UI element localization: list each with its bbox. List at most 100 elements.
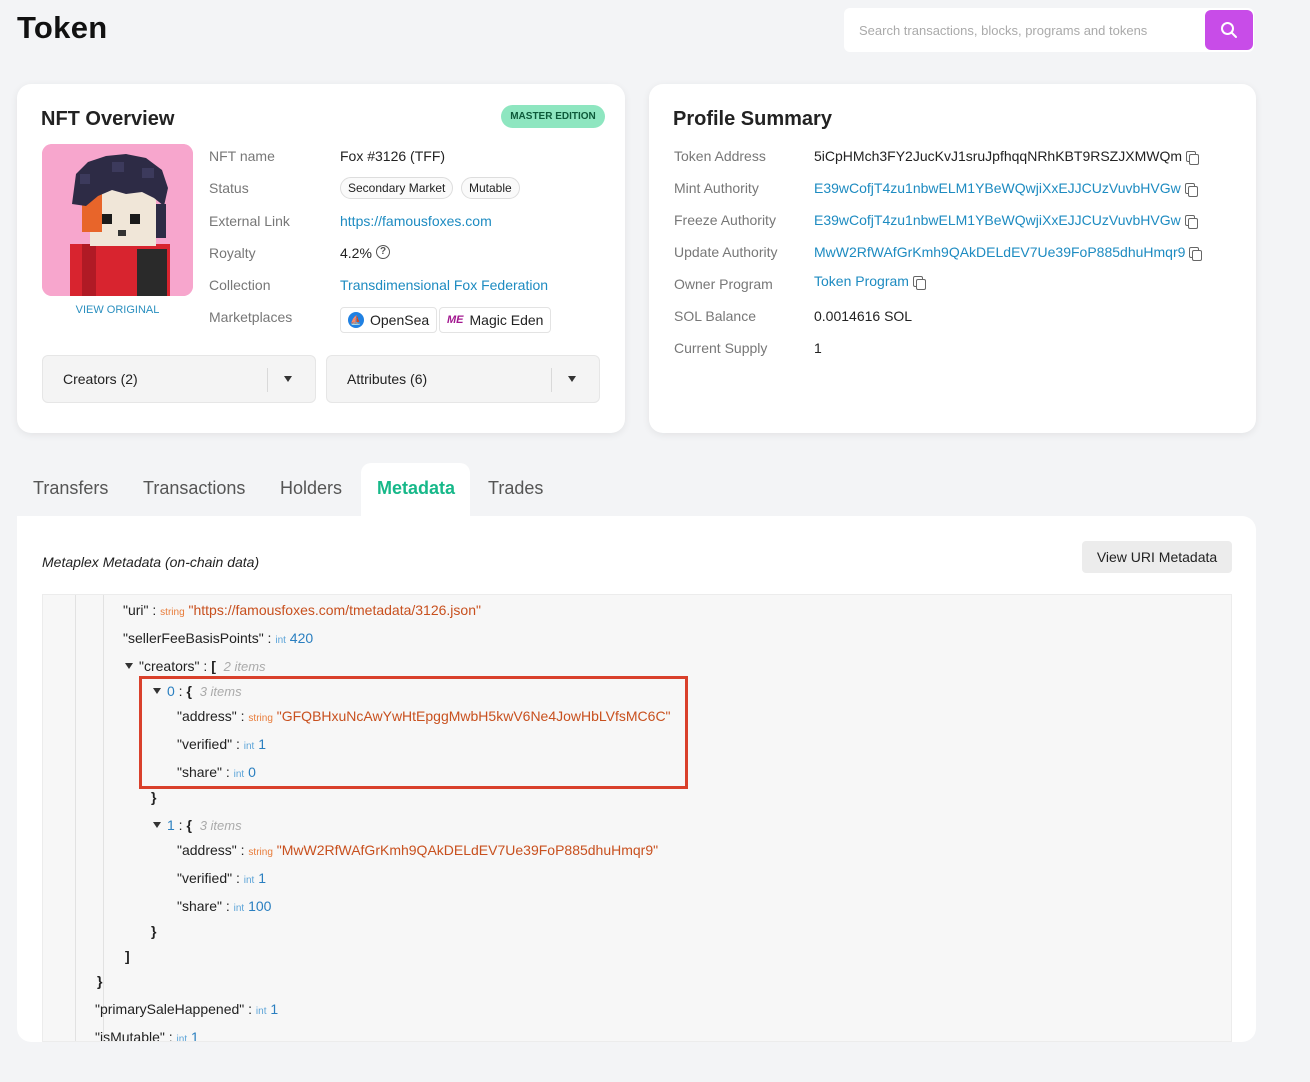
json-value: 420 <box>289 630 314 646</box>
json-type: int <box>233 903 245 914</box>
current-supply-label: Current Supply <box>674 340 768 356</box>
json-close-brace: } <box>97 973 103 989</box>
json-value: 100 <box>248 898 272 914</box>
creators-dropdown[interactable]: Creators (2) <box>42 355 316 403</box>
tab-holders[interactable]: Holders <box>280 478 342 499</box>
json-line-primary-sale: "primarySaleHappened" : int 1 <box>95 1001 279 1017</box>
json-type: string <box>248 847 273 858</box>
update-authority-row: MwW2RfWAfGrKmh9QAkDELdEV7Ue39FoP885dhuHm… <box>814 244 1203 261</box>
json-value: 1 <box>258 870 266 886</box>
chevron-down-icon <box>284 376 292 382</box>
current-supply-value: 1 <box>814 340 822 356</box>
json-line-is-mutable: "isMutable" : int 1 <box>95 1029 199 1042</box>
attributes-dropdown[interactable]: Attributes (6) <box>326 355 600 403</box>
json-line-creator-1[interactable]: 1 : { 3 items <box>153 817 242 833</box>
owner-program-row: Token Program <box>814 273 926 290</box>
collapse-triangle-icon[interactable] <box>125 663 133 669</box>
nft-overview-title: NFT Overview <box>41 108 175 130</box>
opensea-icon: ⛵ <box>348 312 364 328</box>
token-address-label: Token Address <box>674 148 766 164</box>
update-authority-value[interactable]: MwW2RfWAfGrKmh9QAkDELdEV7Ue39FoP885dhuHm… <box>814 244 1185 260</box>
collapse-triangle-icon[interactable] <box>153 822 161 828</box>
nft-image[interactable] <box>42 144 193 296</box>
external-link-label: External Link <box>209 213 290 229</box>
json-key: "address" <box>177 842 237 858</box>
json-close-brace: } <box>151 789 157 805</box>
json-index: 1 <box>167 817 175 833</box>
copy-icon[interactable] <box>912 275 926 290</box>
tab-metadata[interactable]: Metadata <box>377 478 455 499</box>
nft-name-label: NFT name <box>209 148 275 164</box>
mint-authority-row: E39wCofjT4zu1nbwELM1YBeWQwjiXxEJJCUzVuvb… <box>814 180 1198 197</box>
profile-summary-title: Profile Summary <box>673 108 832 130</box>
status-label: Status <box>209 180 249 196</box>
json-type: string <box>160 607 185 618</box>
json-line-creators[interactable]: "creators" : [ 2 items <box>125 658 266 674</box>
json-key: "creators" <box>139 658 200 674</box>
master-edition-badge: MASTER EDITION <box>501 105 605 128</box>
json-value: "MwW2RfWAfGrKmh9QAkDELdEV7Ue39FoP885dhuH… <box>276 842 659 858</box>
search-bar <box>844 8 1254 52</box>
token-address-row: 5iCpHMch3FY2JucKvJ1sruJpfhqqNRhKBT9RSZJX… <box>814 148 1199 165</box>
json-type: int <box>176 1034 188 1042</box>
creators-dropdown-label: Creators (2) <box>63 371 138 387</box>
chevron-down-icon <box>568 376 576 382</box>
json-viewer: "uri" : string "https://famousfoxes.com/… <box>42 594 1232 1042</box>
freeze-authority-row: E39wCofjT4zu1nbwELM1YBeWQwjiXxEJJCUzVuvb… <box>814 212 1198 229</box>
metadata-heading: Metaplex Metadata (on-chain data) <box>42 554 260 570</box>
json-line-share: "share" : int 100 <box>177 898 272 914</box>
collection-value[interactable]: Transdimensional Fox Federation <box>340 277 548 293</box>
external-link-value[interactable]: https://famousfoxes.com <box>340 213 492 229</box>
search-input[interactable] <box>844 8 1204 52</box>
token-address-value: 5iCpHMch3FY2JucKvJ1sruJpfhqqNRhKBT9RSZJX… <box>814 148 1182 164</box>
marketplace-magic-eden[interactable]: ME Magic Eden <box>439 307 552 333</box>
dropdown-separator <box>551 368 552 392</box>
tab-transfers[interactable]: Transfers <box>33 478 108 499</box>
highlight-annotation-box <box>139 676 688 789</box>
mint-authority-value[interactable]: E39wCofjT4zu1nbwELM1YBeWQwjiXxEJJCUzVuvb… <box>814 180 1181 196</box>
json-type: int <box>275 635 286 646</box>
owner-program-value[interactable]: Token Program <box>814 273 909 289</box>
owner-program-label: Owner Program <box>674 276 773 292</box>
view-uri-metadata-button[interactable]: View URI Metadata <box>1082 541 1232 573</box>
sol-balance-value: 0.0014616 SOL <box>814 308 913 324</box>
search-button[interactable] <box>1205 10 1253 50</box>
json-line-uri: "uri" : string "https://famousfoxes.com/… <box>123 602 481 618</box>
json-type: int <box>243 875 255 886</box>
sol-balance-label: SOL Balance <box>674 308 756 324</box>
indent-guide <box>103 595 104 1041</box>
fox-avatar-image <box>42 144 193 296</box>
json-key: "verified" <box>177 870 233 886</box>
json-line-address: "address" : string "MwW2RfWAfGrKmh9QAkDE… <box>177 842 659 858</box>
nft-name-value: Fox #3126 (TFF) <box>340 148 446 164</box>
copy-icon[interactable] <box>1186 150 1199 165</box>
json-key: "isMutable" <box>95 1029 165 1042</box>
tab-trades[interactable]: Trades <box>488 478 543 499</box>
json-key: "share" <box>177 898 222 914</box>
copy-icon[interactable] <box>1184 182 1198 197</box>
json-count: 3 items <box>199 818 242 833</box>
marketplace-opensea[interactable]: ⛵ OpenSea <box>340 307 438 333</box>
mint-authority-label: Mint Authority <box>674 180 759 196</box>
view-original-link[interactable]: VIEW ORIGINAL <box>42 304 193 316</box>
copy-icon[interactable] <box>1189 246 1203 261</box>
copy-icon[interactable] <box>1184 214 1198 229</box>
search-icon <box>1221 22 1237 38</box>
json-key: "sellerFeeBasisPoints" <box>123 630 264 646</box>
json-close-brace: } <box>151 923 157 939</box>
json-key: "uri" <box>123 602 149 618</box>
dropdown-separator <box>267 368 268 392</box>
json-key: "primarySaleHappened" <box>95 1001 245 1017</box>
indent-guide <box>75 595 76 1041</box>
freeze-authority-label: Freeze Authority <box>674 212 776 228</box>
royalty-label: Royalty <box>209 245 256 261</box>
help-icon[interactable]: ? <box>376 245 390 259</box>
magic-eden-icon: ME <box>447 314 464 326</box>
json-line-seller-fee: "sellerFeeBasisPoints" : int 420 <box>123 630 314 646</box>
opensea-label: OpenSea <box>370 312 430 328</box>
marketplaces-label: Marketplaces <box>209 309 293 325</box>
freeze-authority-value[interactable]: E39wCofjT4zu1nbwELM1YBeWQwjiXxEJJCUzVuvb… <box>814 212 1181 228</box>
tab-transactions[interactable]: Transactions <box>143 478 245 499</box>
update-authority-label: Update Authority <box>674 244 778 260</box>
page-title: Token <box>17 10 108 45</box>
